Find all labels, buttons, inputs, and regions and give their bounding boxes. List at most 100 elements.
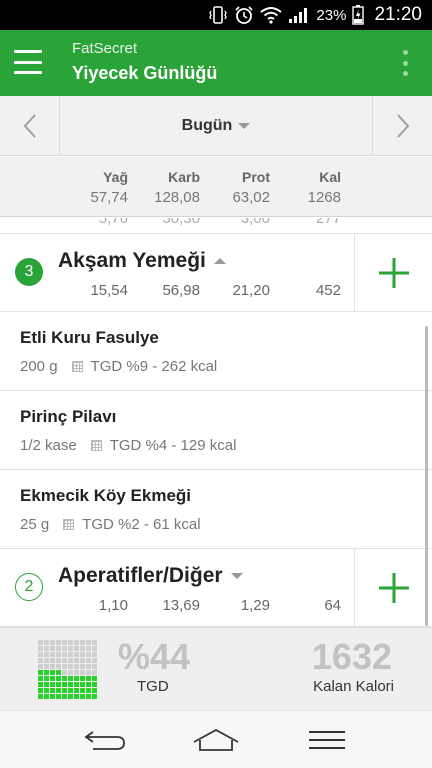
meal-header-snacks[interactable]: 2 Aperatifler/Diğer 1,10 13,69 1,29 64 — [0, 549, 432, 627]
rdi-grid-cell — [38, 694, 43, 699]
rdi-grid-cell — [92, 670, 97, 675]
meal-protein-value: 21,20 — [232, 282, 270, 299]
food-item[interactable]: Pirinç Pilavı 1/2 kase TGD %4 - 129 kcal — [0, 391, 432, 470]
signal-icon — [288, 5, 310, 25]
rdi-grid-cell — [86, 682, 91, 687]
rdi-grid-cell — [74, 652, 79, 657]
date-selector[interactable]: Bugün — [60, 96, 372, 156]
rdi-grid-cell — [56, 664, 61, 669]
rdi-grid-cell — [86, 640, 91, 645]
rdi-grid-cell — [86, 694, 91, 699]
date-label: Bugün — [181, 117, 233, 134]
meal-calories-value: 64 — [324, 597, 341, 614]
rdi-grid-cell — [56, 652, 61, 657]
food-item[interactable]: Ekmecik Köy Ekmeği 25 g TGD %2 - 61 kcal — [0, 470, 432, 549]
rdi-label: TGD — [137, 678, 169, 695]
rdi-grid-cell — [38, 664, 43, 669]
rdi-grid-cell — [56, 640, 61, 645]
rdi-grid-cell — [80, 658, 85, 663]
rdi-grid-cell — [44, 670, 49, 675]
rdi-grid-cell — [92, 694, 97, 699]
daily-summary[interactable]: %44 TGD 1632 Kalan Kalori — [0, 627, 432, 710]
date-navigation: Bugün — [0, 96, 432, 156]
rdi-grid-cell — [62, 640, 67, 645]
food-meta: 25 g TGD %2 - 61 kcal — [20, 516, 201, 533]
meal-item-count-badge: 2 — [15, 573, 43, 601]
rdi-grid-cell — [74, 640, 79, 645]
rdi-grid-cell — [62, 676, 67, 681]
rdi-grid-cell — [80, 676, 85, 681]
rdi-grid-cell — [80, 640, 85, 645]
vibrate-icon — [208, 5, 228, 25]
rdi-grid-cell — [92, 640, 97, 645]
rdi-grid-cell — [86, 646, 91, 651]
expand-triangle-icon — [230, 573, 243, 579]
rdi-grid-cell — [44, 652, 49, 657]
rdi-grid-cell — [50, 664, 55, 669]
rdi-grid-cell — [86, 658, 91, 663]
chevron-left-icon — [23, 114, 36, 138]
recent-apps-button[interactable] — [297, 720, 357, 760]
meal-header-dinner[interactable]: 3 Akşam Yemeği 15,54 56,98 21,20 452 — [0, 234, 432, 312]
food-meta: 200 g TGD %9 - 262 kcal — [20, 358, 217, 375]
rdi-grid-cell — [86, 652, 91, 657]
rdi-grid-cell — [50, 694, 55, 699]
food-name: Pirinç Pilavı — [20, 407, 117, 426]
rdi-grid-cell — [62, 682, 67, 687]
rdi-grid-cell — [56, 682, 61, 687]
rdi-grid-cell — [80, 652, 85, 657]
rdi-grid-cell — [38, 658, 43, 663]
meal-protein-value: 1,29 — [240, 597, 270, 614]
meal-fat-value: 15,54 — [90, 282, 128, 299]
overflow-menu-icon[interactable] — [402, 50, 408, 76]
rdi-grid-cell — [92, 652, 97, 657]
rdi-grid-cell — [50, 670, 55, 675]
next-day-button[interactable] — [372, 96, 432, 156]
dropdown-triangle-icon — [238, 123, 251, 129]
rdi-grid-cell — [74, 694, 79, 699]
rdi-grid-cell — [62, 664, 67, 669]
previous-day-button[interactable] — [0, 96, 60, 156]
total-carb-label: Karb — [168, 169, 200, 185]
rdi-grid-cell — [62, 670, 67, 675]
rdi-grid-cell — [56, 658, 61, 663]
total-calories-label: Kal — [319, 169, 341, 185]
rdi-grid-cell — [50, 658, 55, 663]
rdi-grid-cell — [50, 682, 55, 687]
food-item[interactable]: Etli Kuru Fasulye 200 g TGD %9 - 262 kca… — [0, 312, 432, 391]
status-time: 21:20 — [374, 4, 422, 25]
scrollbar[interactable] — [425, 326, 428, 626]
plus-icon — [378, 257, 409, 288]
rdi-grid-cell — [50, 688, 55, 693]
rdi-grid-cell — [50, 640, 55, 645]
rdi-grid-cell — [68, 670, 73, 675]
rdi-grid-cell — [44, 664, 49, 669]
back-button[interactable] — [75, 720, 135, 760]
rdi-grid-cell — [68, 652, 73, 657]
add-food-button[interactable] — [354, 549, 432, 626]
rdi-grid-cell — [80, 688, 85, 693]
diary-list[interactable]: 5,76 30,30 3,00 277 3 Akşam Yemeği 15,54… — [0, 218, 432, 627]
rdi-grid-cell — [80, 646, 85, 651]
rdi-grid-cell — [86, 670, 91, 675]
home-icon — [193, 728, 239, 751]
rdi-grid-cell — [92, 688, 97, 693]
rdi-grid-cell — [56, 694, 61, 699]
clipped-value: 3,00 — [240, 218, 270, 227]
home-button[interactable] — [186, 720, 246, 760]
rdi-grid-cell — [38, 670, 43, 675]
menu-icon[interactable] — [14, 50, 42, 74]
rdi-grid-cell — [62, 694, 67, 699]
food-name: Etli Kuru Fasulye — [20, 328, 159, 347]
add-food-button[interactable] — [354, 234, 432, 311]
rdi-grid-cell — [74, 664, 79, 669]
food-rdi: TGD %4 - 129 kcal — [109, 437, 237, 454]
total-protein-label: Prot — [242, 169, 270, 185]
rdi-grid-cell — [74, 646, 79, 651]
rdi-grid-cell — [92, 682, 97, 687]
system-nav-bar — [0, 710, 432, 768]
meal-carb-value: 13,69 — [162, 597, 200, 614]
rdi-grid-cell — [68, 688, 73, 693]
rdi-grid-cell — [62, 646, 67, 651]
rdi-grid-cell — [74, 682, 79, 687]
